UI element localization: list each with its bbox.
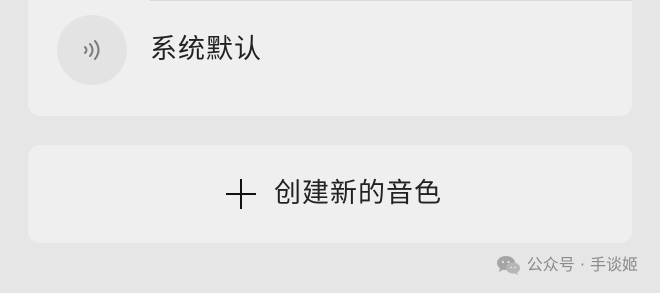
create-voice-button[interactable]: 创建新的音色: [28, 145, 632, 243]
create-voice-label: 创建新的音色: [274, 178, 442, 209]
list-divider: [150, 0, 632, 1]
create-voice-content: 创建新的音色: [226, 177, 442, 211]
voice-option-label: 系统默认: [150, 34, 262, 65]
wechat-icon: [496, 256, 520, 275]
sound-wave-icon: [84, 40, 100, 60]
voice-option-system-default[interactable]: 系统默认: [28, 13, 632, 85]
watermark-text: 公众号 · 手谈姬: [526, 255, 638, 274]
plus-icon: [226, 179, 256, 209]
wechat-watermark: 公众号 · 手谈姬: [496, 254, 638, 276]
voice-list-card: 系统默认: [28, 0, 632, 116]
voice-avatar: [57, 15, 127, 85]
